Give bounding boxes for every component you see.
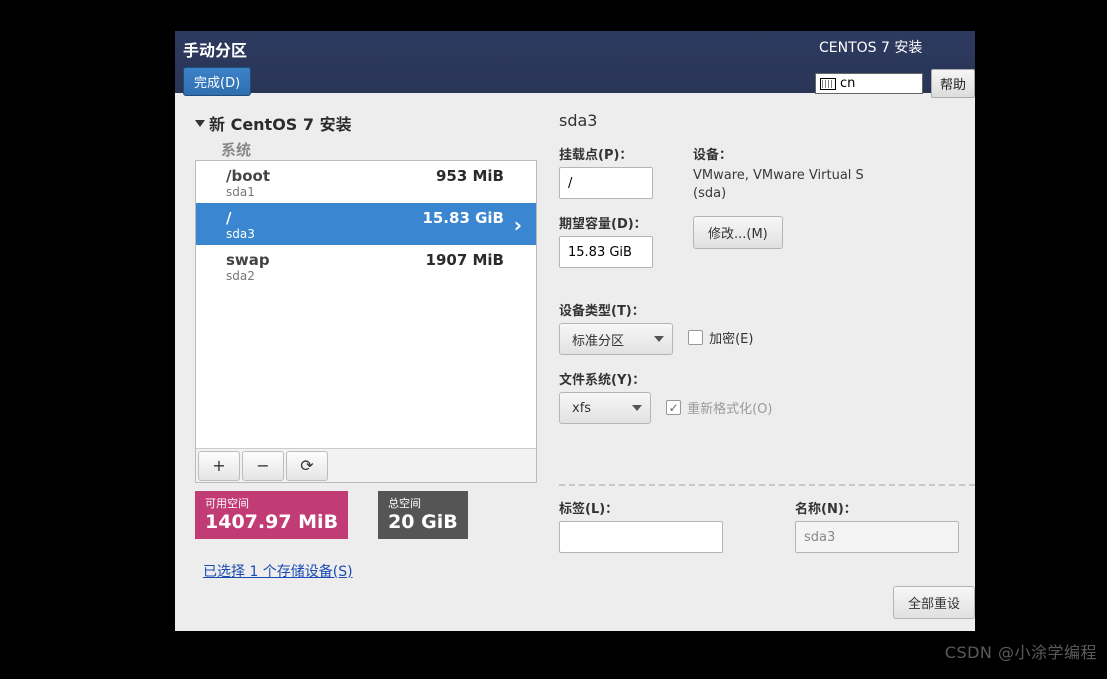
- device-label: 设备：: [693, 144, 873, 163]
- tag-label: 标签(L)：: [559, 498, 723, 517]
- mount-point: swap: [226, 251, 426, 269]
- reformat-checkbox: [666, 400, 681, 415]
- mount-point-input[interactable]: [559, 167, 653, 199]
- left-panel: 新 CentOS 7 安装 系统 /boot 953 MiB sda1 / 15…: [195, 111, 537, 581]
- group-label-system: 系统: [221, 139, 537, 160]
- partition-toolbar: + − ⟳: [196, 448, 536, 482]
- reformat-label: 重新格式化(O): [687, 398, 772, 417]
- partition-item-root[interactable]: / 15.83 GiB › sda3: [196, 203, 536, 245]
- partition-item-boot[interactable]: /boot 953 MiB sda1: [196, 161, 536, 203]
- total-space-label: 总空间: [388, 495, 458, 511]
- device-type-select[interactable]: 标准分区: [559, 323, 673, 355]
- partition-size: 15.83 GiB: [422, 209, 504, 227]
- footer-bar: 全部重设: [175, 581, 975, 631]
- installer-window: 手动分区 完成(D) CENTOS 7 安装 cn 帮助 新 CentOS 7 …: [175, 31, 975, 631]
- keyboard-layout-selector[interactable]: cn: [815, 73, 923, 94]
- device-type-label: 设备类型(T)：: [559, 300, 975, 319]
- available-space-label: 可用空间: [205, 495, 338, 511]
- partition-item-swap[interactable]: swap 1907 MiB sda2: [196, 245, 536, 287]
- storage-devices-link[interactable]: 已选择 1 个存储设备(S): [195, 561, 537, 581]
- chevron-down-icon: [654, 336, 664, 342]
- expander-title[interactable]: 新 CentOS 7 安装: [209, 111, 352, 135]
- device-info: VMware, VMware Virtual S (sda): [693, 167, 873, 202]
- available-space-value: 1407.97 MiB: [205, 511, 338, 533]
- mount-point-label: 挂载点(P)：: [559, 144, 653, 163]
- keyboard-icon: [820, 78, 836, 90]
- desired-capacity-label: 期望容量(D)：: [559, 213, 653, 232]
- done-button[interactable]: 完成(D): [183, 67, 251, 96]
- total-space-box: 总空间 20 GiB: [378, 491, 468, 539]
- space-summary: 可用空间 1407.97 MiB 总空间 20 GiB: [195, 491, 537, 539]
- mount-point: /boot: [226, 167, 436, 185]
- reload-button[interactable]: ⟳: [286, 451, 328, 481]
- encrypt-checkbox[interactable]: [688, 330, 703, 345]
- keyboard-layout-value: cn: [840, 76, 855, 91]
- body: 新 CentOS 7 安装 系统 /boot 953 MiB sda1 / 15…: [175, 93, 975, 581]
- mount-point: /: [226, 209, 422, 227]
- device-type-value: 标准分区: [572, 330, 624, 349]
- chevron-right-icon: ›: [504, 213, 522, 237]
- right-panel: sda3 挂载点(P)： 期望容量(D)： 设备： VMware, VM: [559, 111, 975, 581]
- modify-device-button[interactable]: 修改...(M): [693, 216, 783, 249]
- encrypt-label: 加密(E): [709, 328, 753, 347]
- filesystem-value: xfs: [572, 401, 591, 416]
- partition-device: sda3: [226, 227, 422, 241]
- watermark: CSDN @小涂学编程: [945, 639, 1097, 663]
- partition-size: 1907 MiB: [426, 251, 504, 269]
- filesystem-label: 文件系统(Y)：: [559, 369, 975, 388]
- partition-size: 953 MiB: [436, 167, 504, 185]
- add-partition-button[interactable]: +: [198, 451, 240, 481]
- filesystem-select[interactable]: xfs: [559, 392, 651, 424]
- reset-all-button[interactable]: 全部重设: [893, 586, 975, 619]
- help-button[interactable]: 帮助: [931, 69, 975, 98]
- name-label: 名称(N)：: [795, 498, 959, 517]
- selected-device-title: sda3: [559, 111, 975, 130]
- tag-input[interactable]: [559, 521, 723, 553]
- titlebar: 手动分区 完成(D) CENTOS 7 安装 cn 帮助: [175, 31, 975, 93]
- desired-capacity-input[interactable]: [559, 236, 653, 268]
- available-space-box: 可用空间 1407.97 MiB: [195, 491, 348, 539]
- total-space-value: 20 GiB: [388, 511, 458, 533]
- partition-device: sda2: [226, 269, 426, 283]
- divider: [559, 484, 975, 486]
- name-input[interactable]: [795, 521, 959, 553]
- installer-subtitle: CENTOS 7 安装: [815, 37, 975, 57]
- chevron-down-icon: [632, 405, 642, 411]
- partition-list: /boot 953 MiB sda1 / 15.83 GiB › sda3 sw…: [195, 160, 537, 483]
- remove-partition-button[interactable]: −: [242, 451, 284, 481]
- chevron-down-icon[interactable]: [195, 120, 205, 127]
- page-title: 手动分区: [183, 37, 251, 61]
- partition-device: sda1: [226, 185, 436, 199]
